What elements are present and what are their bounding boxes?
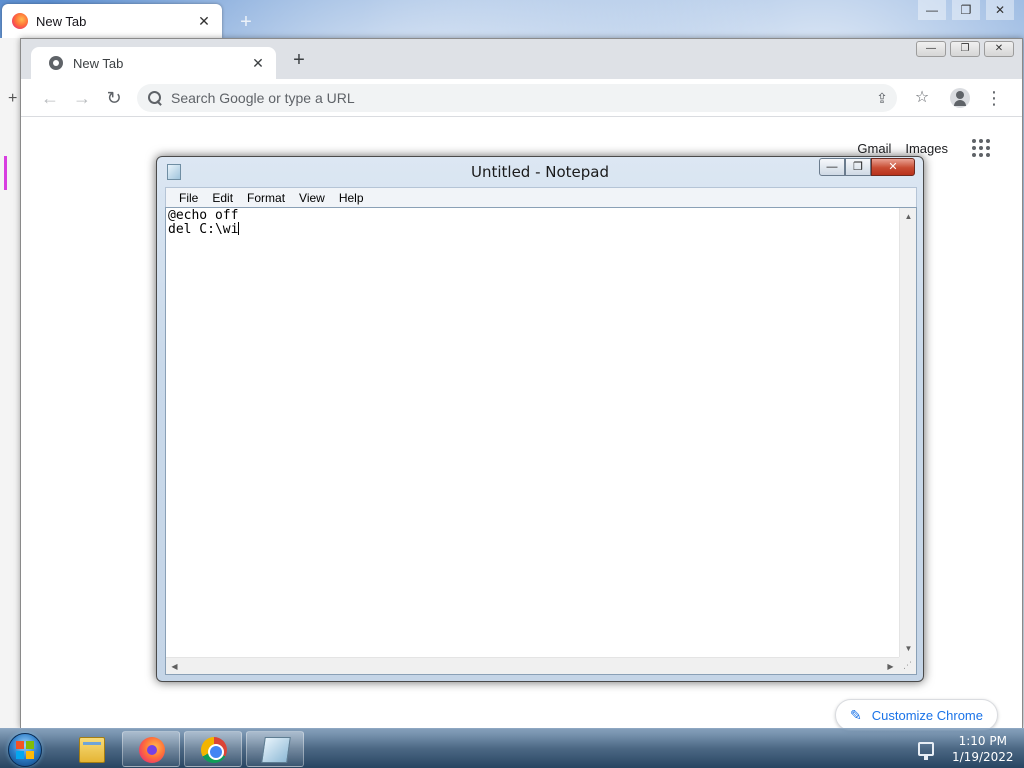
address-bar[interactable]: Search Google or type a URL ⇪: [137, 84, 897, 112]
notepad-minimize-button[interactable]: —: [819, 158, 845, 176]
notepad-maximize-button[interactable]: ❐: [845, 158, 871, 176]
kebab-menu-icon[interactable]: ⋮: [983, 87, 1005, 109]
text-line: del C:\wi: [168, 222, 239, 237]
firefox-window-controls: — ❐ ✕: [918, 0, 1014, 20]
folder-icon: [79, 737, 105, 763]
network-icon[interactable]: [918, 742, 934, 760]
notepad-menubar: File Edit Format View Help: [165, 187, 917, 207]
profile-button[interactable]: [949, 87, 971, 109]
bookmark-star-icon[interactable]: ☆: [911, 87, 933, 109]
chrome-toolbar: ← → ↻ Search Google or type a URL ⇪ ☆ ⋮: [21, 79, 1022, 117]
firefox-restore-button[interactable]: ❐: [952, 0, 980, 20]
google-apps-icon[interactable]: [972, 139, 990, 157]
customize-chrome-button[interactable]: ✎ Customize Chrome: [835, 699, 998, 731]
taskbar-firefox[interactable]: [122, 731, 180, 767]
gmail-link[interactable]: Gmail: [857, 141, 891, 156]
chrome-window-controls: — ❐ ✕: [916, 41, 1014, 57]
notepad-title: Untitled - Notepad: [470, 163, 610, 181]
system-tray: 1:10 PM 1/19/2022: [914, 729, 1024, 768]
menu-help[interactable]: Help: [332, 191, 371, 205]
clock-time: 1:10 PM: [958, 734, 1007, 748]
text-line-with-caret: del C:\wi: [168, 222, 896, 236]
text-caret: [238, 222, 240, 235]
firefox-tab-new-tab[interactable]: New Tab ✕: [2, 4, 222, 38]
taskbar-chrome[interactable]: [184, 731, 242, 767]
chrome-tab-new-tab[interactable]: New Tab ✕: [31, 47, 276, 79]
avatar-icon: [950, 87, 970, 108]
chrome-new-tab-button[interactable]: +: [289, 50, 309, 71]
menu-edit[interactable]: Edit: [205, 191, 240, 205]
horizontal-scrollbar[interactable]: ◀ ▶: [166, 657, 899, 674]
clock[interactable]: 1:10 PM 1/19/2022: [952, 733, 1014, 765]
chrome-titlebar: New Tab ✕ + — ❐ ✕: [21, 39, 1022, 79]
notepad-text-area[interactable]: @echo off del C:\wi ▲ ▼ ◀ ▶ ⋰: [165, 207, 917, 675]
chrome-close-button[interactable]: ✕: [984, 41, 1014, 57]
firefox-close-button[interactable]: ✕: [986, 0, 1014, 20]
scroll-left-icon[interactable]: ◀: [166, 658, 183, 675]
taskbar-notepad[interactable]: [246, 731, 304, 767]
firefox-minimize-button[interactable]: —: [918, 0, 946, 20]
firefox-tab-title: New Tab: [36, 13, 87, 29]
taskbar-windows-explorer[interactable]: [62, 731, 120, 767]
menu-view[interactable]: View: [292, 191, 332, 205]
reload-icon[interactable]: ↻: [103, 87, 125, 109]
back-arrow-icon[interactable]: ←: [39, 87, 61, 109]
menu-file[interactable]: File: [172, 191, 205, 205]
firefox-new-tab-button[interactable]: +: [236, 10, 256, 34]
search-icon: [147, 90, 163, 106]
share-icon[interactable]: ⇪: [867, 90, 897, 107]
notepad-document[interactable]: @echo off del C:\wi: [168, 209, 896, 654]
resize-grip-icon[interactable]: ⋰: [899, 657, 916, 674]
google-links: Gmail Images: [857, 141, 948, 156]
firefox-icon: [12, 13, 28, 29]
chrome-tab-icon: [49, 56, 63, 70]
address-bar-placeholder: Search Google or type a URL: [171, 90, 355, 106]
customize-chrome-label: Customize Chrome: [871, 707, 983, 723]
scroll-up-icon[interactable]: ▲: [900, 208, 917, 225]
text-line: @echo off: [168, 208, 239, 223]
notepad-window-controls: — ❐ ✕: [819, 158, 915, 176]
notepad-icon: [261, 737, 291, 763]
menu-format[interactable]: Format: [240, 191, 292, 205]
clock-date: 1/19/2022: [952, 750, 1014, 764]
vertical-scrollbar[interactable]: ▲ ▼: [899, 208, 916, 657]
chrome-minimize-button[interactable]: —: [916, 41, 946, 57]
close-icon[interactable]: ✕: [250, 55, 266, 72]
chrome-restore-button[interactable]: ❐: [950, 41, 980, 57]
forward-arrow-icon[interactable]: →: [71, 87, 93, 109]
scroll-right-icon[interactable]: ▶: [882, 658, 899, 675]
chrome-icon: [201, 737, 227, 763]
notepad-close-button[interactable]: ✕: [871, 158, 915, 176]
start-button[interactable]: [4, 731, 48, 767]
close-icon[interactable]: ✕: [196, 13, 212, 30]
notepad-titlebar[interactable]: Untitled - Notepad — ❐ ✕: [157, 157, 923, 187]
arrow-icon: +: [8, 90, 18, 107]
notepad-window: Untitled - Notepad — ❐ ✕ File Edit Forma…: [156, 156, 924, 682]
pencil-icon: ✎: [850, 706, 862, 723]
windows-logo-icon: [16, 741, 34, 759]
scroll-down-icon[interactable]: ▼: [900, 640, 917, 657]
chrome-tab-title: New Tab: [73, 55, 124, 71]
images-link[interactable]: Images: [905, 141, 948, 156]
accent-mark: [4, 156, 7, 190]
taskbar: 1:10 PM 1/19/2022: [0, 728, 1024, 768]
firefox-icon: [139, 737, 165, 763]
